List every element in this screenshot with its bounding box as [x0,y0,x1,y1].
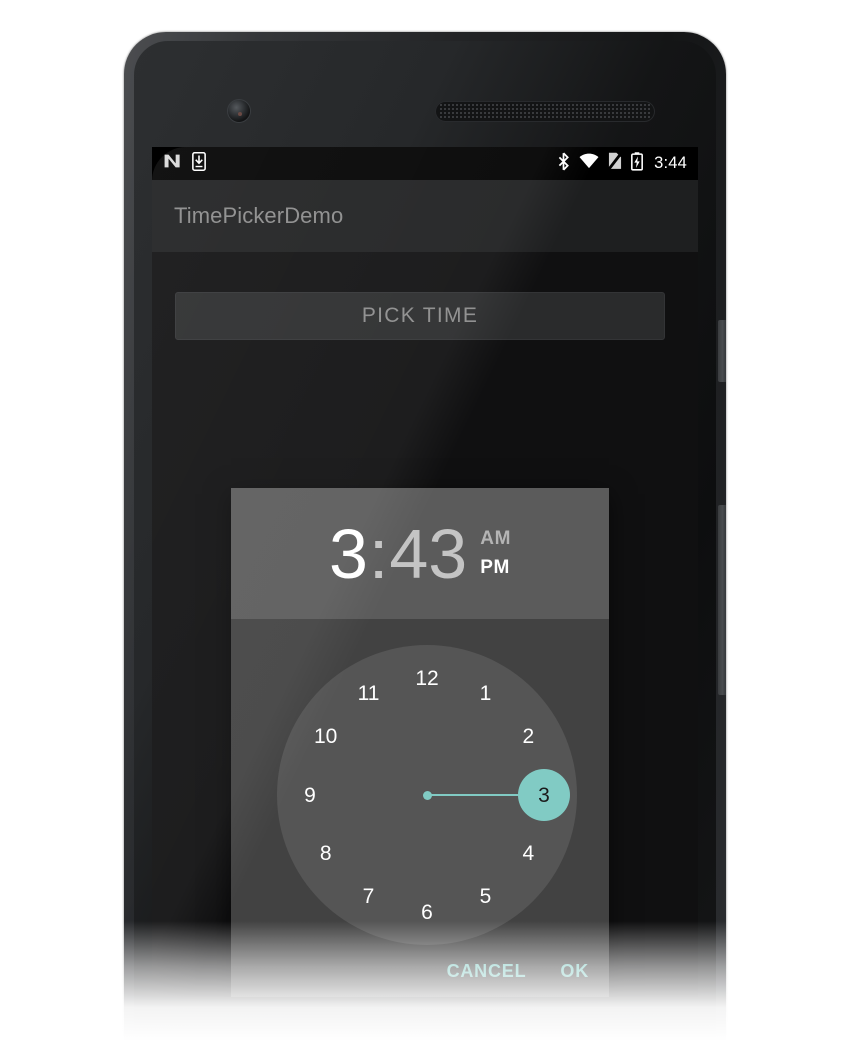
power-button[interactable] [718,320,726,382]
clock-number-11[interactable]: 11 [349,674,389,714]
time-picker-dialog: 3 : 43 AM PM 12 1 2 3 4 5 6 7 8 9 10 11 … [231,488,609,997]
time-hour-minute: 3 : 43 [329,519,467,589]
clock-number-12[interactable]: 12 [407,658,447,698]
minute-value[interactable]: 43 [389,519,467,589]
no-sim-icon [606,150,624,175]
phone-screen: 3:44 TimePickerDemo PICK TIME Picked tim… [152,147,698,997]
time-display: 3 : 43 AM PM [231,488,609,619]
clock-number-7[interactable]: 7 [349,876,389,916]
pick-time-button-label: PICK TIME [361,304,479,327]
install-to-device-icon [192,151,206,176]
front-camera-icon [228,100,250,122]
pick-time-button[interactable]: PICK TIME [175,292,665,340]
clock-number-10[interactable]: 10 [306,717,346,757]
android-n-icon [163,153,182,174]
cancel-button[interactable]: CANCEL [443,955,531,988]
status-bar-left-icons [163,151,206,176]
clock-number-1[interactable]: 1 [466,674,506,714]
phone-device: 3:44 TimePickerDemo PICK TIME Picked tim… [124,32,726,1041]
volume-rocker-button[interactable] [718,505,726,695]
speaker-mesh [439,103,651,120]
clock-face[interactable]: 12 1 2 3 4 5 6 7 8 9 10 11 [277,645,577,945]
clock-center-dot [422,790,432,800]
status-bar-clock: 3:44 [654,154,687,172]
pm-option[interactable]: PM [480,558,511,577]
wifi-icon [579,153,599,174]
clock-number-3[interactable]: 3 [524,775,564,815]
clock-number-5[interactable]: 5 [466,876,506,916]
clock-number-2[interactable]: 2 [508,717,548,757]
bluetooth-icon [557,152,570,176]
earpiece-speaker-icon [435,101,655,122]
clock-number-8[interactable]: 8 [306,834,346,874]
dialog-action-bar: CANCEL OK [443,955,593,988]
time-separator: : [368,514,389,593]
ok-button[interactable]: OK [556,955,593,988]
clock-number-9[interactable]: 9 [290,775,330,815]
main-content: PICK TIME Picked time will appear here 3… [152,252,698,997]
clock-number-6[interactable]: 6 [407,892,447,932]
time-picker-body: 12 1 2 3 4 5 6 7 8 9 10 11 CANCEL OK [231,619,609,997]
am-option[interactable]: AM [480,529,511,548]
app-title: TimePickerDemo [174,203,344,228]
app-bar: TimePickerDemo [152,180,698,252]
am-pm-toggle: AM PM [480,529,511,577]
time-picker-header: 3 : 43 AM PM [231,488,609,619]
camera-lens-dot [238,112,242,116]
status-bar-right-icons: 3:44 [557,150,687,176]
status-bar: 3:44 [152,147,698,180]
clock-number-4[interactable]: 4 [508,834,548,874]
hour-value[interactable]: 3 [329,519,368,589]
battery-charging-icon [631,151,644,176]
clock-hand [427,794,518,796]
screenshot-stage: 3:44 TimePickerDemo PICK TIME Picked tim… [0,0,849,1041]
